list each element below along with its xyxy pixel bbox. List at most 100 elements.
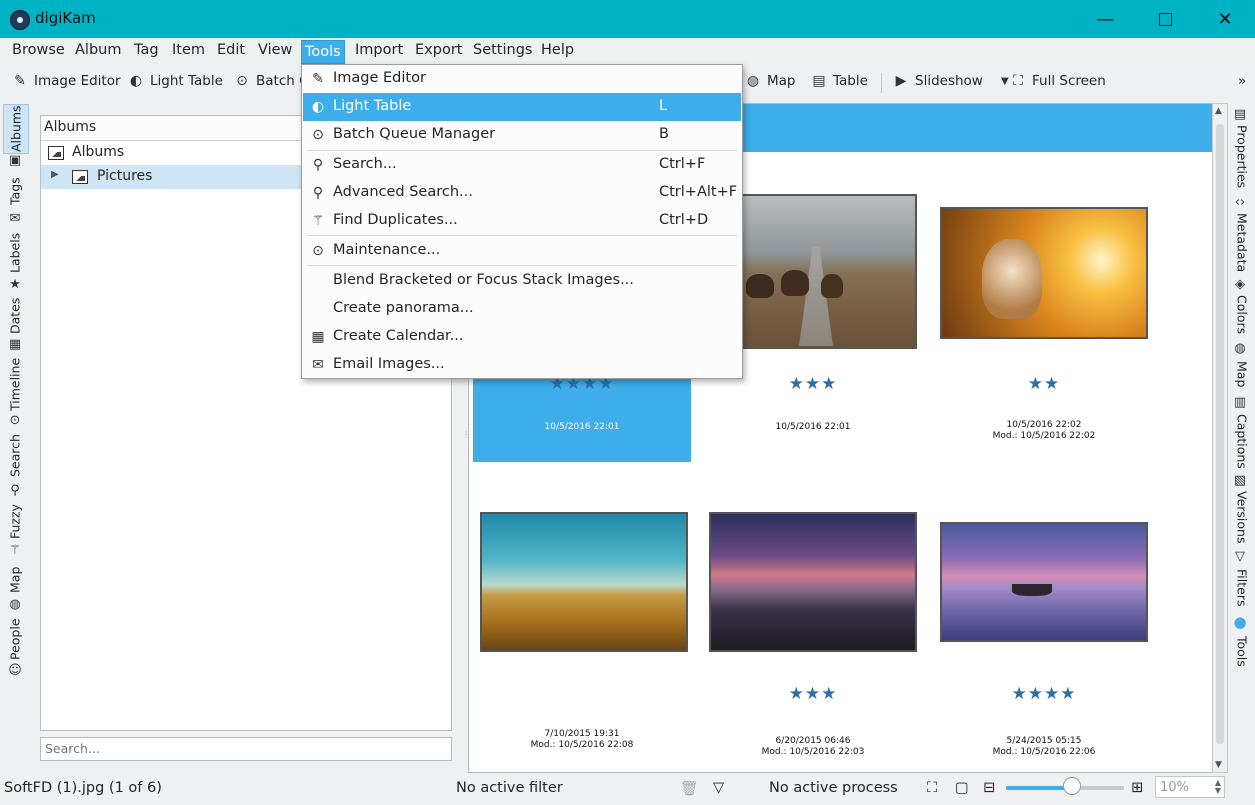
tab-map-right[interactable]: Map: [1231, 358, 1253, 390]
zoom-fit-icon[interactable]: ⛶: [927, 780, 937, 796]
full-screen-button[interactable]: ⛶ Full Screen: [1010, 73, 1106, 89]
thumbnail-item[interactable]: ★★★★ 5/24/2015 05:15 Mod.: 10/5/2016 22:…: [935, 522, 1153, 757]
magic-wand-icon: ⚚: [9, 543, 21, 558]
menu-tag[interactable]: Tag: [134, 42, 159, 58]
magic-wand-icon: ⚚: [311, 213, 325, 229]
spin-arrows-icon[interactable]: ▲ ▼: [1215, 779, 1221, 795]
menu-album[interactable]: Album: [75, 42, 121, 58]
grid-scrollbar[interactable]: ▲ ▼: [1212, 103, 1228, 773]
thumbnail-item[interactable]: ★★★ 6/20/2015 06:46 Mod.: 10/5/2016 22:0…: [704, 512, 922, 757]
search-icon: ⚲: [10, 483, 20, 498]
menu-separator: [307, 265, 737, 266]
left-sidebar-tabs: Albums ▣ Tags ✉ Labels ★ Dates ▦ Timelin…: [0, 102, 30, 687]
light-table-icon: ◐: [311, 99, 325, 115]
tab-metadata[interactable]: Metadata: [1231, 212, 1253, 274]
tools-menu: ✎ Image Editor ◐ Light Table L ⊙ Batch Q…: [301, 64, 743, 379]
menu-export[interactable]: Export: [415, 42, 462, 58]
tab-labels[interactable]: Labels: [3, 230, 27, 276]
album-search-box[interactable]: [40, 737, 452, 761]
menu-item-advanced-search[interactable]: ⚲ Advanced Search... Ctrl+Alt+F: [303, 179, 741, 207]
menu-help[interactable]: Help: [541, 42, 574, 58]
boat-on-lake-image: [940, 522, 1148, 642]
search-icon: ⚲: [312, 157, 324, 173]
tab-captions[interactable]: Captions: [1231, 412, 1253, 470]
menu-item-batch-queue-manager[interactable]: ⊙ Batch Queue Manager B: [303, 121, 741, 149]
tab-dates[interactable]: Dates: [3, 296, 27, 336]
menu-separator: [307, 235, 737, 236]
tab-colors[interactable]: Colors: [1231, 294, 1253, 336]
menu-item[interactable]: Item: [172, 42, 205, 58]
zoom-slider-handle[interactable]: [1063, 777, 1081, 795]
thumbnail-modified: Mod.: 10/5/2016 22:06: [992, 747, 1096, 757]
zoom-out-icon[interactable]: ⊟: [983, 780, 995, 796]
globe-icon: ◍: [9, 597, 21, 612]
menu-tools[interactable]: Tools: [301, 40, 345, 64]
calendar-icon: ▦: [311, 329, 325, 345]
tags-tab-icon: ▣: [8, 153, 22, 168]
thumbnail-item[interactable]: 7/10/2015 19:31 Mod.: 10/5/2016 22:08: [473, 512, 691, 752]
full-screen-icon: ⛶: [1013, 73, 1023, 89]
versions-icon: ▧: [1233, 473, 1247, 488]
tab-fuzzy[interactable]: Fuzzy: [3, 502, 27, 542]
tab-timeline[interactable]: Timeline: [3, 356, 27, 412]
menu-item-maintenance[interactable]: ⊙ Maintenance...: [303, 237, 741, 265]
tools-icon: ●: [1233, 613, 1247, 631]
menu-browse[interactable]: Browse: [12, 42, 65, 58]
tab-map[interactable]: Map: [3, 564, 27, 596]
close-button[interactable]: ✕: [1195, 0, 1255, 38]
batch-queue-button[interactable]: ⊙ Batch Q: [234, 73, 310, 89]
menu-item-blend-bracketed[interactable]: Blend Bracketed or Focus Stack Images...: [303, 267, 741, 295]
table-icon: ▤: [812, 73, 826, 89]
slideshow-icon: ▶: [895, 73, 907, 89]
scroll-up-icon[interactable]: ▲: [1215, 106, 1222, 116]
menu-item-create-panorama[interactable]: Create panorama...: [303, 295, 741, 323]
expand-arrow-icon[interactable]: ▶: [51, 169, 59, 180]
filter-icon[interactable]: ▽: [713, 780, 724, 796]
album-search-input[interactable]: [41, 738, 449, 758]
light-table-button[interactable]: ◐ Light Table: [128, 73, 223, 89]
status-filter: No active filter: [456, 780, 563, 796]
slideshow-button[interactable]: ▶ Slideshow ▼: [893, 73, 1013, 89]
maximize-button[interactable]: [1135, 0, 1195, 38]
scrollbar-handle[interactable]: [1216, 124, 1224, 744]
menu-settings[interactable]: Settings: [473, 42, 532, 58]
minimize-button[interactable]: —: [1075, 0, 1135, 38]
pencil-icon: ✎: [14, 73, 26, 89]
tab-tools[interactable]: Tools: [1231, 632, 1253, 670]
rating-stars: ★★: [1027, 374, 1061, 394]
menu-item-search[interactable]: ⚲ Search... Ctrl+F: [303, 151, 741, 179]
menu-item-create-calendar[interactable]: ▦ Create Calendar...: [303, 323, 741, 351]
tab-versions[interactable]: Versions: [1231, 490, 1253, 544]
calendar-icon: ▦: [8, 337, 22, 352]
light-table-icon: ◐: [129, 73, 143, 89]
zoom-in-icon[interactable]: ⊞: [1131, 780, 1143, 796]
labels-tab-icon: ✉: [9, 211, 21, 226]
tab-properties[interactable]: Properties: [1231, 124, 1253, 190]
tab-people[interactable]: People: [3, 616, 27, 662]
tab-tags[interactable]: Tags: [3, 172, 27, 210]
zoom-100-icon[interactable]: ▢: [955, 780, 969, 796]
batch-queue-icon: ⊙: [236, 73, 248, 89]
image-editor-button[interactable]: ✎ Image Editor: [12, 73, 120, 89]
map-view-button[interactable]: ◍ Map: [745, 73, 796, 89]
table-view-button[interactable]: ▤ Table: [811, 73, 868, 89]
tab-albums[interactable]: Albums: [3, 104, 29, 154]
menu-view[interactable]: View: [258, 42, 292, 58]
scroll-down-icon[interactable]: ▼: [1215, 760, 1222, 770]
digikam-logo-icon: [10, 10, 30, 30]
menu-item-light-table[interactable]: ◐ Light Table L: [303, 93, 741, 121]
menu-item-image-editor[interactable]: ✎ Image Editor: [303, 65, 741, 93]
menu-item-email-images[interactable]: ✉ Email Images...: [303, 351, 741, 379]
trash-icon[interactable]: 🗑: [680, 780, 698, 797]
thumbnail-item[interactable]: ★★ 10/5/2016 22:02 Mod.: 10/5/2016 22:02: [935, 207, 1153, 467]
menu-edit[interactable]: Edit: [217, 42, 245, 58]
menu-import[interactable]: Import: [355, 42, 403, 58]
kitten-sunset-image: [940, 207, 1148, 339]
menu-item-find-duplicates[interactable]: ⚚ Find Duplicates... Ctrl+D: [303, 207, 741, 235]
tab-search[interactable]: Search: [3, 432, 27, 480]
tab-filters[interactable]: Filters: [1231, 566, 1253, 610]
toolbar-overflow-button[interactable]: »: [1238, 73, 1246, 89]
panel-splitter[interactable]: ⋮: [462, 430, 470, 444]
zoom-level-box[interactable]: 10% ▲ ▼: [1155, 776, 1225, 798]
maintenance-icon: ⊙: [312, 243, 324, 259]
